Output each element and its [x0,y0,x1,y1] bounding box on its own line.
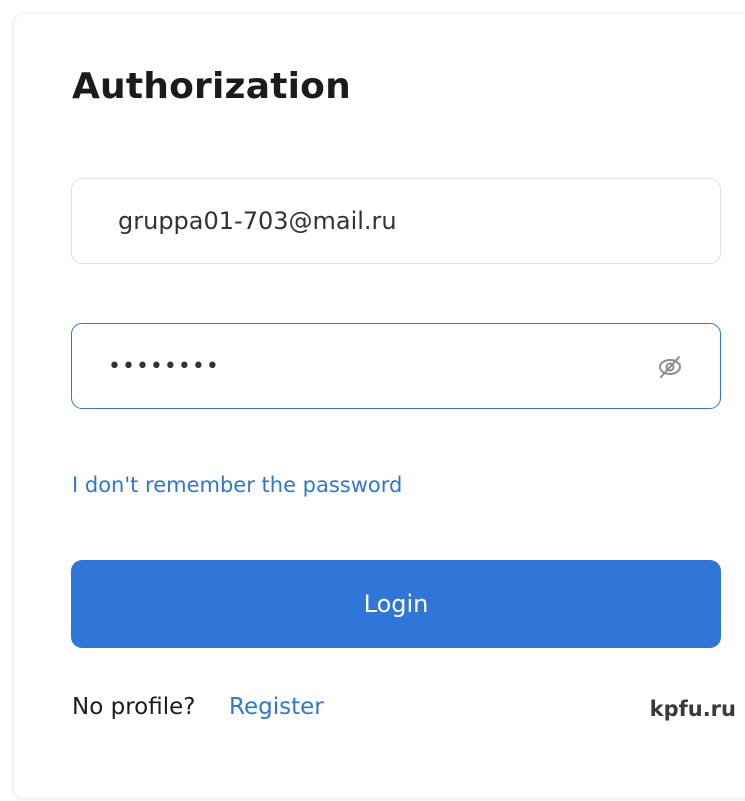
brand-label: kpfu.ru [649,697,736,721]
password-field-container[interactable] [71,323,721,409]
eye-slash-icon[interactable] [656,354,684,380]
forgot-password-link[interactable]: I don't remember the password [72,473,402,497]
email-field-container[interactable] [71,178,721,264]
register-link[interactable]: Register [229,694,324,720]
email-field[interactable] [72,179,720,263]
login-button[interactable]: Login [71,560,721,648]
no-profile-text: No profile? [72,694,196,720]
password-field[interactable] [72,324,720,408]
page-title: Authorization [72,66,351,107]
login-card: Authorization I don't remember the passw… [14,14,745,798]
